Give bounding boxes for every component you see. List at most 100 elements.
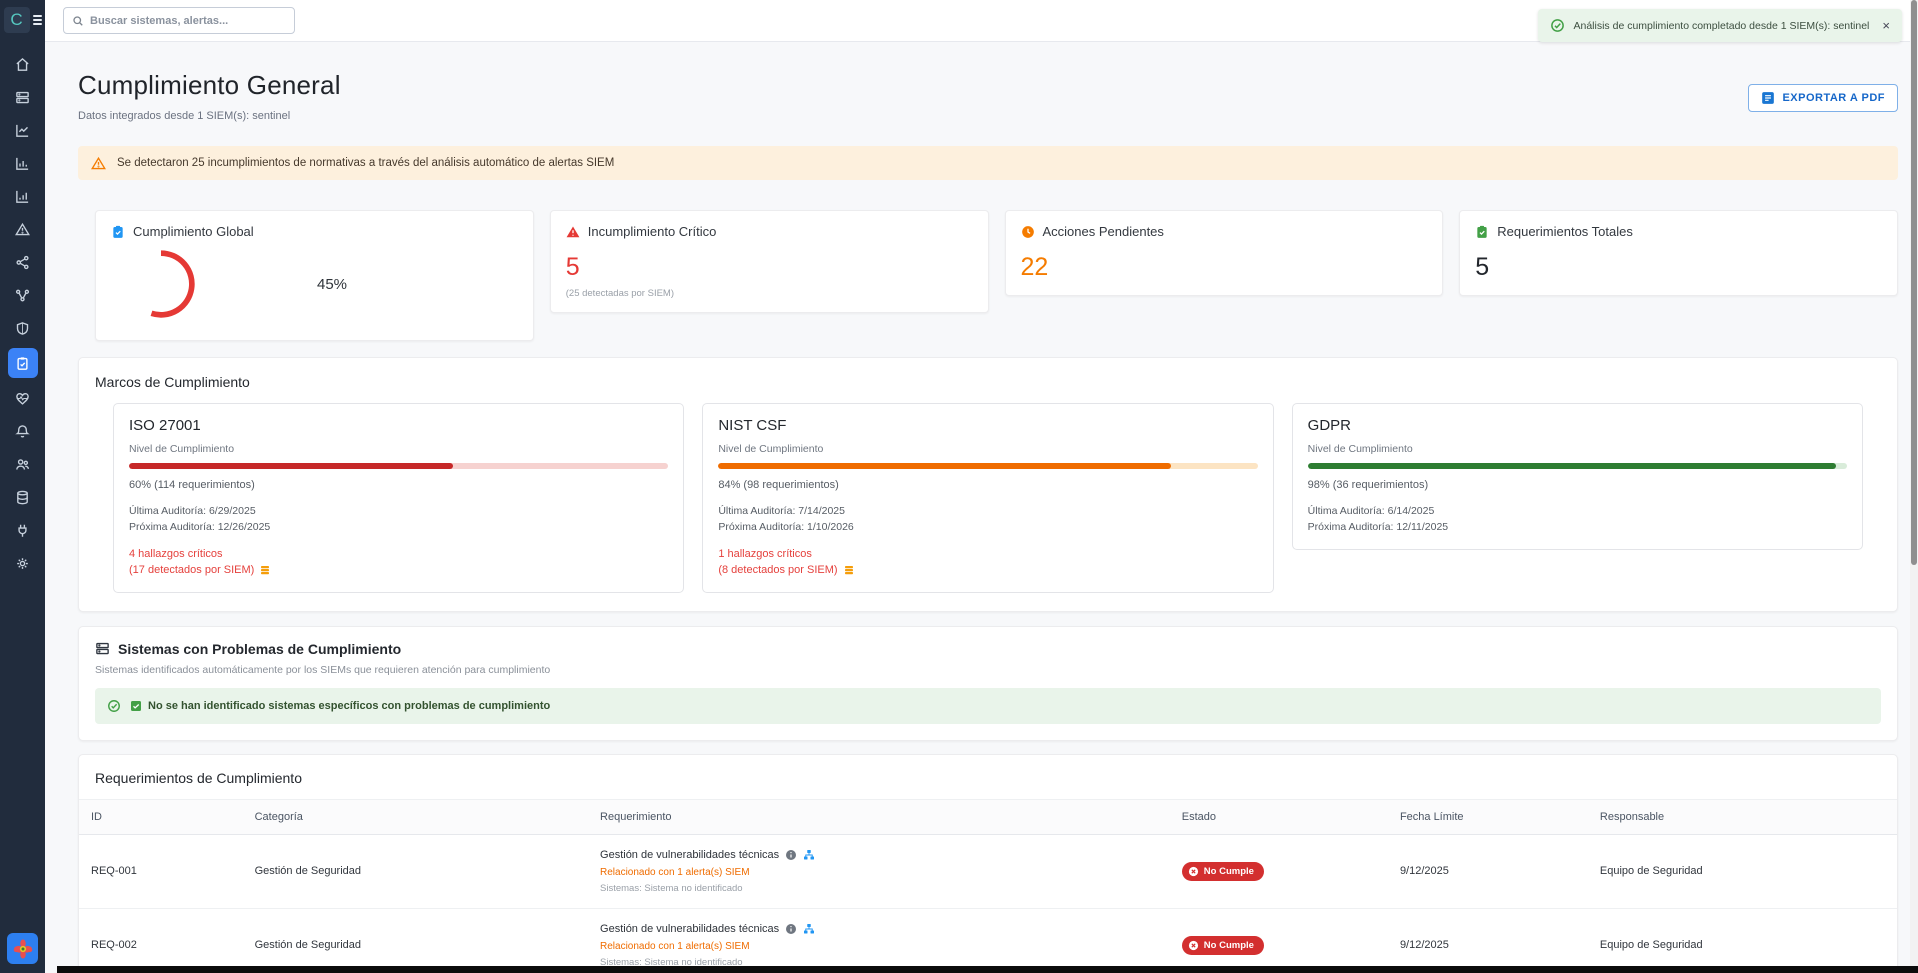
- stat-card-critical: Incumplimiento Crítico 5 (25 detectadas …: [550, 210, 989, 313]
- framework-title: NIST CSF: [718, 417, 1257, 434]
- info-icon[interactable]: [785, 923, 797, 935]
- x-circle-icon: [1188, 866, 1199, 877]
- col-owner: Responsable: [1588, 799, 1897, 834]
- framework-progress-track: [1308, 463, 1847, 469]
- stat-critical-value: 5: [566, 253, 973, 282]
- stat-total-label: Requerimientos Totales: [1497, 224, 1633, 239]
- framework-progress-fill: [1308, 463, 1837, 469]
- stat-card-pending: Acciones Pendientes 22: [1005, 210, 1444, 296]
- framework-progress-fill: [718, 463, 1171, 469]
- col-category: Categoría: [243, 799, 588, 834]
- framework-findings-note: (8 detectados por SIEM): [718, 562, 837, 579]
- sidebar-item-home[interactable]: [8, 51, 38, 77]
- sidebar-item-servers[interactable]: [8, 84, 38, 110]
- sidebar-item-bar-chart-2[interactable]: [8, 183, 38, 209]
- database-icon: [15, 490, 30, 505]
- framework-last-audit: Última Auditoría: 6/29/2025: [129, 503, 668, 519]
- frameworks-title: Marcos de Cumplimiento: [95, 374, 1881, 390]
- users-icon: [15, 457, 30, 472]
- framework-level-label: Nivel de Cumplimiento: [718, 443, 1257, 455]
- framework-card-gdpr: GDPR Nivel de Cumplimiento 98% (36 reque…: [1292, 403, 1863, 550]
- coins-icon: [843, 564, 855, 576]
- sidebar-item-network[interactable]: [8, 249, 38, 275]
- stat-critical-note: (25 detectadas por SIEM): [566, 288, 973, 299]
- check-square-icon: [130, 700, 142, 712]
- sidebar-item-analytics[interactable]: [8, 117, 38, 143]
- requirements-table: ID Categoría Requerimiento Estado Fecha …: [79, 799, 1897, 973]
- req-category: Gestión de Seguridad: [243, 834, 588, 908]
- info-icon[interactable]: [785, 849, 797, 861]
- sidebar-item-integrations[interactable]: [8, 517, 38, 543]
- req-name: Gestión de vulnerabilidades técnicas: [600, 923, 779, 935]
- framework-percent: 60% (114 requerimientos): [129, 479, 668, 491]
- framework-level-label: Nivel de Cumplimiento: [1308, 443, 1847, 455]
- framework-percent: 84% (98 requerimientos): [718, 479, 1257, 491]
- sidebar-item-compliance[interactable]: [8, 348, 38, 378]
- network-icon: [15, 255, 30, 270]
- sidebar-item-shield[interactable]: [8, 315, 38, 341]
- framework-title: ISO 27001: [129, 417, 668, 434]
- app-logo[interactable]: C: [4, 7, 30, 33]
- stat-pending-label: Acciones Pendientes: [1043, 224, 1164, 239]
- framework-card-iso27001: ISO 27001 Nivel de Cumplimiento 60% (114…: [113, 403, 684, 593]
- framework-last-audit: Última Auditoría: 7/14/2025: [718, 503, 1257, 519]
- framework-findings: 4 hallazgos críticos: [129, 546, 668, 563]
- sidebar-item-settings[interactable]: [8, 550, 38, 576]
- search-icon: [72, 15, 84, 27]
- menu-toggle-icon[interactable]: [33, 15, 42, 25]
- stat-critical-label: Incumplimiento Crítico: [588, 224, 717, 239]
- stats-row: Cumplimiento Global 45% Incumplimiento C…: [95, 210, 1898, 341]
- framework-title: GDPR: [1308, 417, 1847, 434]
- coins-icon: [259, 564, 271, 576]
- atom-flower-icon: [12, 938, 34, 960]
- pdf-icon: [1761, 91, 1775, 105]
- page-title: Cumplimiento General: [78, 70, 341, 101]
- sidebar: C: [0, 0, 45, 973]
- sidebar-item-users[interactable]: [8, 451, 38, 477]
- devtools-logo[interactable]: [7, 933, 38, 964]
- framework-percent: 98% (36 requerimientos): [1308, 479, 1847, 491]
- stat-global-value: 45%: [317, 276, 347, 293]
- sitemap-icon[interactable]: [803, 923, 815, 935]
- toast-notification: Análisis de cumplimiento completado desd…: [1538, 9, 1903, 42]
- req-category: Gestión de Seguridad: [243, 908, 588, 973]
- status-badge: No Cumple: [1182, 936, 1264, 955]
- warning-triangle-icon: [91, 156, 106, 171]
- toast-close-icon[interactable]: ×: [1882, 18, 1890, 33]
- stat-global-label: Cumplimiento Global: [133, 224, 254, 239]
- framework-next-audit: Próxima Auditoría: 12/11/2025: [1308, 519, 1847, 535]
- x-circle-icon: [1188, 940, 1199, 951]
- sidebar-item-network-2[interactable]: [8, 282, 38, 308]
- table-row: REQ-002 Gestión de Seguridad Gestión de …: [79, 908, 1897, 973]
- check-circle-icon: [107, 699, 121, 713]
- sidebar-item-notifications[interactable]: [8, 418, 38, 444]
- framework-card-nist: NIST CSF Nivel de Cumplimiento 84% (98 r…: [702, 403, 1273, 593]
- line-chart-icon: [15, 123, 30, 138]
- stat-total-value: 5: [1475, 253, 1882, 282]
- export-pdf-label: EXPORTAR A PDF: [1782, 92, 1885, 104]
- scrollbar-thumb[interactable]: [1911, 0, 1917, 565]
- sidebar-item-bar-chart[interactable]: [8, 150, 38, 176]
- sidebar-item-database[interactable]: [8, 484, 38, 510]
- search-input[interactable]: [90, 15, 286, 27]
- col-status: Estado: [1170, 799, 1388, 834]
- vertical-scrollbar[interactable]: [1910, 0, 1918, 973]
- servers-icon: [15, 90, 30, 105]
- bar-chart-icon: [15, 156, 30, 171]
- framework-progress-fill: [129, 463, 453, 469]
- req-id: REQ-002: [79, 908, 243, 973]
- bar-chart-alt-icon: [15, 189, 30, 204]
- systems-subtitle: Sistemas identificados automáticamente p…: [95, 664, 1881, 676]
- sitemap-icon[interactable]: [803, 849, 815, 861]
- clock-orange-icon: [1021, 225, 1035, 239]
- export-pdf-button[interactable]: EXPORTAR A PDF: [1748, 84, 1898, 112]
- framework-findings-note: (17 detectados por SIEM): [129, 562, 254, 579]
- sidebar-item-health[interactable]: [8, 385, 38, 411]
- systems-empty-banner: No se han identificado sistemas específi…: [95, 688, 1881, 724]
- requirements-title: Requerimientos de Cumplimiento: [79, 770, 1897, 786]
- req-siem-note: Relacionado con 1 alerta(s) SIEM: [600, 867, 1158, 878]
- global-search[interactable]: [63, 7, 295, 34]
- framework-findings: 1 hallazgos críticos: [718, 546, 1257, 563]
- col-deadline: Fecha Límite: [1388, 799, 1588, 834]
- sidebar-item-alerts[interactable]: [8, 216, 38, 242]
